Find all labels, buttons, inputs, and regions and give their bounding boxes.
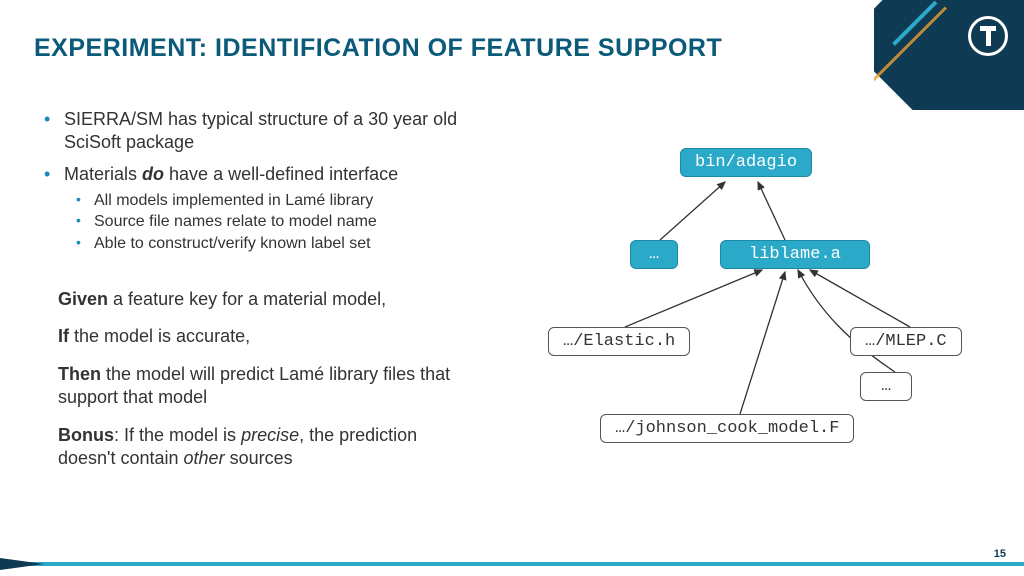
sub-bullet-text: All models implemented in Lamé library <box>94 192 373 209</box>
bullet-item: SIERRA/SM has typical structure of a 30 … <box>34 108 514 153</box>
para-italic: precise <box>241 425 299 445</box>
para-text: a feature key for a material model, <box>108 289 386 309</box>
node-liblame: liblame.a <box>720 240 870 269</box>
node-ellipsis-leaf: … <box>860 372 912 401</box>
para-bonus: Bonus: If the model is precise, the pred… <box>58 424 478 471</box>
page-number: 15 <box>994 548 1006 560</box>
sub-bullet-text: Source file names relate to model name <box>94 213 377 230</box>
thunderbird-icon <box>980 26 996 46</box>
sandia-logo-icon <box>968 16 1008 56</box>
sub-bullet-list: All models implemented in Lamé library S… <box>64 190 514 255</box>
footer-bar <box>0 562 1024 566</box>
node-johnson-cook: …/johnson_cook_model.F <box>600 414 854 443</box>
sub-bullet-text: Able to construct/verify known label set <box>94 235 371 252</box>
para-lead: Then <box>58 364 101 384</box>
para-italic: other <box>184 448 225 468</box>
footer-wedge-icon <box>0 558 44 570</box>
paragraph-block: Given a feature key for a material model… <box>58 288 478 484</box>
dependency-diagram: bin/adagio … liblame.a …/Elastic.h …/MLE… <box>540 132 990 502</box>
para-text: : If the model is <box>114 425 241 445</box>
para-lead: Given <box>58 289 108 309</box>
node-bin-adagio: bin/adagio <box>680 148 812 177</box>
para-text: the model is accurate, <box>69 326 250 346</box>
para-then: Then the model will predict Lamé library… <box>58 363 478 410</box>
sub-bullet-item: Able to construct/verify known label set <box>64 233 514 255</box>
sub-bullet-item: Source file names relate to model name <box>64 211 514 233</box>
sub-bullet-item: All models implemented in Lamé library <box>64 190 514 212</box>
bullet-item: Materials do have a well-defined interfa… <box>34 163 514 254</box>
para-given: Given a feature key for a material model… <box>58 288 478 311</box>
bullet-emph: do <box>142 164 164 184</box>
node-ellipsis-mid: … <box>630 240 678 269</box>
para-text: the model will predict Lamé library file… <box>58 364 450 407</box>
bullet-list: SIERRA/SM has typical structure of a 30 … <box>34 108 514 264</box>
bullet-text: Materials <box>64 164 142 184</box>
node-mlep: …/MLEP.C <box>850 327 962 356</box>
corner-decoration <box>874 0 1024 110</box>
slide-title: EXPERIMENT: IDENTIFICATION OF FEATURE SU… <box>34 34 722 63</box>
node-elastic: …/Elastic.h <box>548 327 690 356</box>
para-text: sources <box>225 448 293 468</box>
para-if: If the model is accurate, <box>58 325 478 348</box>
diagram-lines <box>540 132 990 502</box>
bullet-text: SIERRA/SM has typical structure of a 30 … <box>64 109 457 152</box>
para-lead: If <box>58 326 69 346</box>
para-lead: Bonus <box>58 425 114 445</box>
bullet-text: have a well-defined interface <box>164 164 398 184</box>
slide: EXPERIMENT: IDENTIFICATION OF FEATURE SU… <box>0 0 1024 576</box>
